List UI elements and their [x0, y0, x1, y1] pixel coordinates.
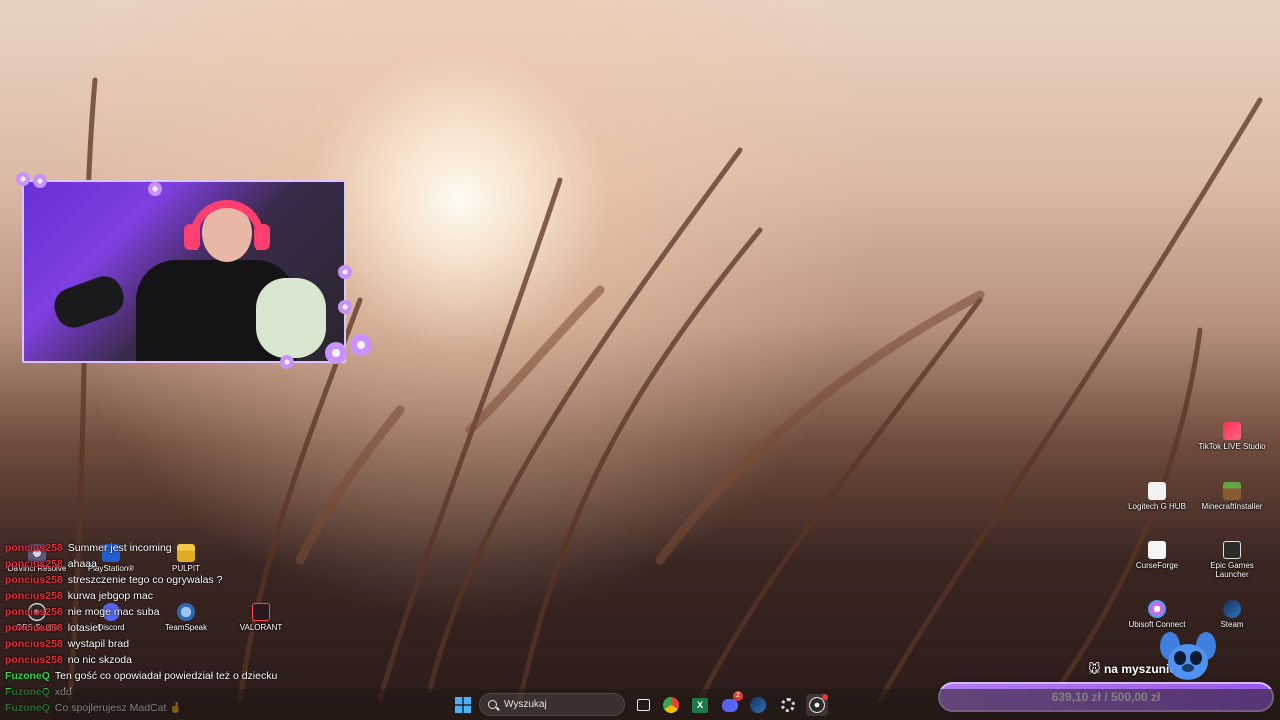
chat-text: Summer jest incoming: [67, 542, 172, 554]
headphones: [190, 200, 264, 250]
chat-text: wystapil brad: [67, 638, 130, 650]
desktop-icon-epic[interactable]: Epic Games Launcher: [1196, 541, 1268, 579]
steam-icon: [1223, 600, 1241, 618]
flower-decoration: [338, 300, 352, 314]
headphone-left: [184, 224, 200, 250]
chat-text: ahaaa: [67, 558, 97, 570]
chat-text: nie moge mac suba: [67, 606, 160, 618]
taskbar-discord[interactable]: 2: [719, 691, 743, 716]
taskbar-steam[interactable]: [747, 694, 769, 716]
taskbar-settings[interactable]: [777, 694, 799, 716]
desktop-icon-minecraft[interactable]: MinecraftInstaller: [1196, 482, 1268, 511]
desktop-icon-ubisoft[interactable]: Ubisoft Connect: [1121, 600, 1193, 629]
logitech-icon: [1148, 482, 1166, 500]
chat-text: Ten gość co opowiadał powiedział też o d…: [54, 670, 278, 682]
desktop-icon-tiktok[interactable]: TikTok LIVE Studio: [1196, 422, 1268, 451]
steam-icon: [750, 697, 766, 713]
blanket: [256, 278, 326, 358]
taskbar-obs[interactable]: [806, 694, 828, 716]
spreadsheet-icon: X: [692, 697, 708, 713]
search-placeholder: Wyszukaj: [504, 699, 547, 710]
desktop-icon-curseforge[interactable]: CurseForge: [1121, 541, 1193, 570]
ubisoft-icon: [1148, 600, 1166, 618]
search-icon: [488, 700, 497, 709]
windows-icon: [455, 697, 471, 713]
chat-message: poncius258 kurwa jebgop mac: [5, 588, 305, 604]
chat-username: poncius258: [5, 622, 63, 634]
headphone-right: [254, 224, 270, 250]
taskbar: Wyszukaj X 2: [0, 689, 1280, 720]
chat-text: lotasiet: [67, 622, 102, 634]
taskbar-chrome[interactable]: [660, 694, 682, 716]
chat-username: poncius258: [5, 558, 63, 570]
chat-message: poncius258 wystapil brad: [5, 636, 305, 652]
chat-message: FuzoneQ Ten gość co opowiadał powiedział …: [5, 668, 305, 684]
chat-message: poncius258 no nic skzoda: [5, 652, 305, 668]
chat-username: poncius258: [5, 574, 63, 586]
flower-decoration: [325, 342, 347, 364]
taskbar-excel[interactable]: X: [689, 694, 711, 716]
stitch-mascot-icon: [1160, 632, 1216, 680]
task-view-button[interactable]: [632, 694, 654, 716]
chat-username: poncius258: [5, 606, 63, 618]
chat-text: kurwa jebgop mac: [67, 590, 153, 602]
minecraft-icon: [1223, 482, 1241, 500]
chat-message: poncius258 nie moge mac suba: [5, 604, 305, 620]
flower-decoration: [33, 174, 47, 188]
desktop-icon-label: Ubisoft Connect: [1128, 620, 1186, 629]
chat-username: poncius258: [5, 638, 63, 650]
chat-text: streszczenie tego co ogrywalas ?: [67, 574, 223, 586]
flower-decoration: [338, 265, 352, 279]
desktop-icon-label: Steam: [1220, 620, 1244, 629]
tiktok-icon: [1223, 422, 1241, 440]
task-view-icon: [636, 699, 650, 711]
chat-username: poncius258: [5, 542, 63, 554]
gear-icon: [781, 698, 795, 712]
curseforge-icon: [1148, 541, 1166, 559]
start-button[interactable]: [452, 694, 474, 716]
microphone: [49, 271, 129, 333]
chat-username: poncius258: [5, 654, 63, 666]
desktop-icon-label: Epic Games Launcher: [1210, 561, 1254, 579]
webcam-overlay: [22, 180, 346, 363]
notification-badge: 2: [733, 691, 743, 701]
chat-message: poncius258 ahaaa: [5, 556, 305, 572]
taskbar-search[interactable]: Wyszukaj: [479, 693, 625, 716]
chat-message: poncius258 streszczenie tego co ogrywalas…: [5, 572, 305, 588]
chrome-icon: [663, 697, 679, 713]
desktop-icon-label: CurseForge: [1135, 561, 1179, 570]
chat-username: FuzoneQ: [5, 670, 50, 682]
flower-decoration: [280, 355, 294, 369]
epic-games-icon: [1223, 541, 1241, 559]
flower-decoration: [350, 334, 372, 356]
desktop-icon-steam[interactable]: Steam: [1196, 600, 1268, 629]
chat-message: poncius258 lotasiet: [5, 620, 305, 636]
desktop-icon-label: MinecraftInstaller: [1201, 502, 1263, 511]
recording-indicator: [822, 694, 828, 700]
chat-text: no nic skzoda: [67, 654, 132, 666]
chat-message: poncius258 Summer jest incoming: [5, 540, 305, 556]
desktop-icon-label: TikTok LIVE Studio: [1198, 442, 1266, 451]
flower-decoration: [16, 172, 30, 186]
chat-username: poncius258: [5, 590, 63, 602]
flower-decoration: [148, 182, 162, 196]
desktop-icon-logitech[interactable]: Logitech G HUB: [1121, 482, 1193, 511]
desktop-icon-label: Logitech G HUB: [1128, 502, 1186, 511]
